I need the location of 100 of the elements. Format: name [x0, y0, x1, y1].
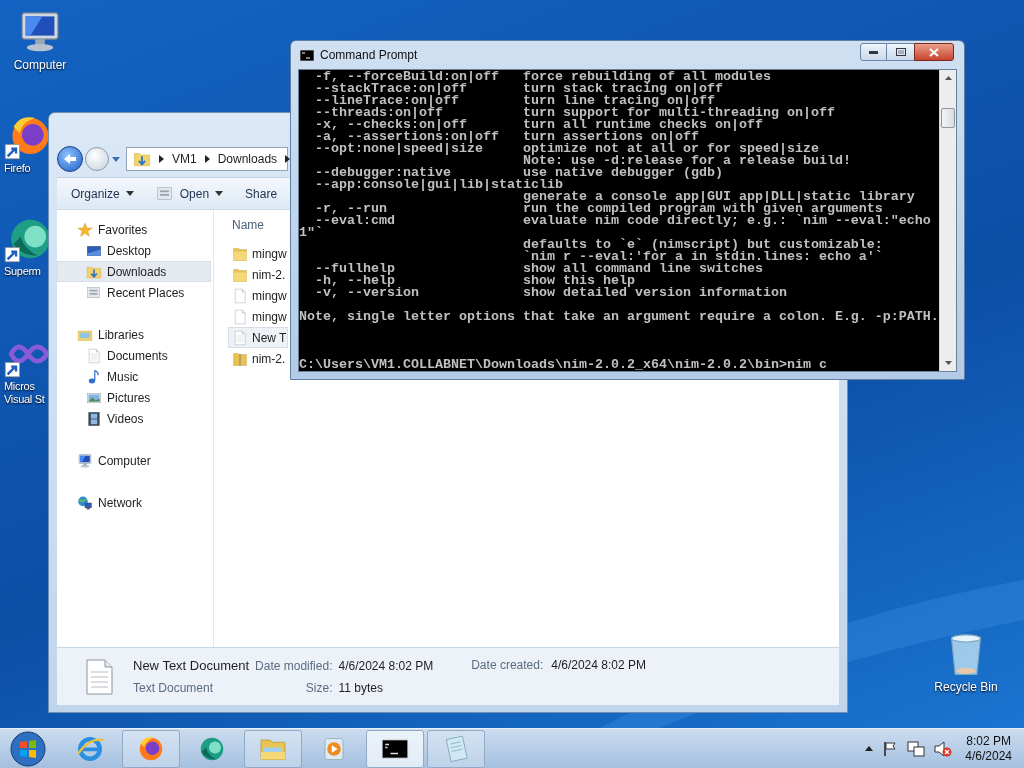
toolbar-button[interactable]: Organize	[71, 184, 134, 203]
navigation-item[interactable]: Desktop	[57, 240, 211, 261]
restore-icon	[895, 48, 906, 56]
navigation-item[interactable]: Pictures	[57, 387, 211, 408]
chevron-right-icon	[204, 155, 210, 163]
console-line: Note: use -d:release for a release build!	[521, 155, 851, 167]
console-line: Note, single letter options that take an argument require a colon. E.g. -p:PATH.	[299, 311, 939, 323]
show-hidden-icons-icon[interactable]	[865, 746, 874, 751]
console-line: -r, --run run the compiled program with given arguments	[314, 203, 883, 215]
desktop-icon-label[interactable]: Micros Visual St	[4, 380, 45, 406]
console-line: --debugger:native use native debugger (gdb)	[314, 167, 723, 179]
file-row[interactable]: nim-2.	[228, 264, 288, 285]
field-value: 4/6/2024 8:02 PM	[551, 657, 646, 674]
download-folder-icon	[133, 150, 151, 168]
navigation-item[interactable]: Favorites	[57, 219, 211, 240]
file-type: Text Document	[133, 680, 215, 698]
network-icon	[77, 494, 93, 511]
star-icon	[77, 221, 93, 238]
window-title: Command Prompt	[320, 47, 418, 64]
windows-orb-icon	[10, 730, 46, 767]
scrollbar-thumb[interactable]	[941, 108, 955, 128]
console-line: --eval:cmd evaluate nim code directly; e.g.: `nim --eval:"echo	[315, 215, 931, 227]
console-line: --fullhelp show all command line switches	[314, 263, 763, 275]
file-icon	[232, 329, 248, 346]
file-row[interactable]: mingw	[228, 243, 288, 264]
file-icon	[232, 287, 248, 304]
console-line: -v, --version show detailed version information	[314, 287, 787, 299]
flag-icon[interactable]	[882, 740, 899, 757]
field-label: Size:	[304, 679, 333, 697]
console-line: -a, --assertions:on|off turn assertions on|off	[314, 131, 699, 143]
console-line: 1"`	[299, 227, 323, 239]
film-strip-icon	[86, 410, 102, 427]
scrollbar[interactable]	[939, 70, 956, 371]
navigation-item[interactable]: Computer	[57, 450, 211, 471]
field-label: Date created:	[471, 657, 544, 674]
close-button[interactable]	[914, 43, 954, 61]
console-line: --app:console|gui|lib|staticlib	[314, 179, 563, 191]
file-row[interactable]: mingw	[228, 285, 288, 306]
desktop-icon-label[interactable]: Recycle Bin	[934, 680, 998, 694]
terminal-icon	[300, 49, 314, 61]
scroll-up-icon[interactable]	[944, 76, 952, 80]
desktop-icon-label[interactable]: Superm	[4, 265, 41, 278]
navigation-item[interactable]: Network	[57, 492, 211, 513]
file-row[interactable]: New T	[228, 327, 288, 348]
navigation-item[interactable]: Recent Places	[57, 282, 211, 303]
navigation-item[interactable]: Videos	[57, 408, 211, 429]
caret-icon	[125, 191, 134, 196]
column-header[interactable]: Name	[228, 214, 278, 236]
console-line: -x, --checks:on|off turn all runtime checks on|off	[314, 119, 763, 131]
navigation-item[interactable]: Downloads	[57, 261, 211, 282]
chevron-right-icon	[159, 155, 164, 163]
music-note-icon	[86, 368, 102, 385]
chevron-right-icon	[285, 155, 291, 163]
recent-places-icon	[155, 184, 174, 203]
minimize-icon	[869, 50, 878, 54]
breadcrumb-item[interactable]: Downloads	[217, 150, 278, 168]
prompt-line: C:\Users\VM1.COLLABNET\Downloads\nim-2.0.2_x64\nim-2.0.2\bin>nim c	[299, 359, 827, 371]
navigation-item[interactable]: Documents	[57, 345, 211, 366]
desktop-icon-label[interactable]: Firefo	[4, 162, 31, 175]
navigation-item[interactable]: Libraries	[57, 324, 211, 345]
folder-icon	[232, 266, 248, 283]
console-line: generate a console app|GUI app|DLL|static library	[522, 191, 915, 203]
maximize-button[interactable]	[887, 43, 914, 61]
breadcrumb-item[interactable]: VM1	[172, 150, 197, 168]
desktop-icon-label[interactable]: Computer	[13, 58, 67, 72]
recent-places-icon	[86, 284, 102, 301]
toolbar-button[interactable]: Share	[245, 184, 278, 203]
clock[interactable]: 8:02 PM 4/6/2024	[965, 733, 1012, 764]
console-line: --threads:on|off turn support for multi-threading on|off	[314, 107, 835, 119]
field-value: 4/6/2024 8:02 PM	[338, 657, 434, 675]
file-icon	[232, 308, 248, 325]
network-icon[interactable]	[907, 740, 926, 757]
console-line: -h, --help show this help	[314, 275, 635, 287]
file-row[interactable]: nim-2.	[228, 348, 288, 369]
console-line: --lineTrace:on|off turn line tracing on|off	[314, 95, 715, 107]
computer-icon	[77, 452, 93, 469]
minimize-button[interactable]	[860, 43, 887, 61]
folder-icon	[232, 245, 248, 262]
close-icon	[929, 47, 939, 57]
navigation-item[interactable]: Music	[57, 366, 211, 387]
console-line: -f, --forceBuild:on|off force rebuilding of all modules	[314, 71, 771, 83]
taskbar-button[interactable]	[366, 729, 424, 768]
document-icon	[86, 347, 102, 364]
console-line: `nim r --eval:'for a in stdin.lines: echo a'`	[521, 251, 883, 263]
arrow-left-icon	[63, 153, 77, 165]
back-button[interactable]	[57, 146, 83, 172]
field-value: 11 bytes	[338, 679, 384, 697]
address-bar[interactable]: VM1 Downloads	[126, 147, 288, 171]
toolbar-button[interactable]: Open	[155, 184, 224, 203]
console-line: defaults to `e` (nimscript) but customizable:	[521, 239, 883, 251]
caret-icon	[215, 191, 224, 196]
field-label: Date modified:	[255, 657, 333, 675]
file-name: New Text Document	[133, 656, 250, 675]
file-row[interactable]: mingw	[228, 306, 288, 327]
caret-icon	[112, 156, 120, 162]
console-line: --stackTrace:on|off turn stack tracing on|off	[314, 83, 723, 95]
zip-folder-icon	[232, 350, 248, 367]
scroll-down-icon[interactable]	[944, 361, 952, 365]
speaker-icon[interactable]	[934, 740, 953, 757]
console-line: --opt:none|speed|size optimize not at all or for speed|size	[314, 143, 819, 155]
